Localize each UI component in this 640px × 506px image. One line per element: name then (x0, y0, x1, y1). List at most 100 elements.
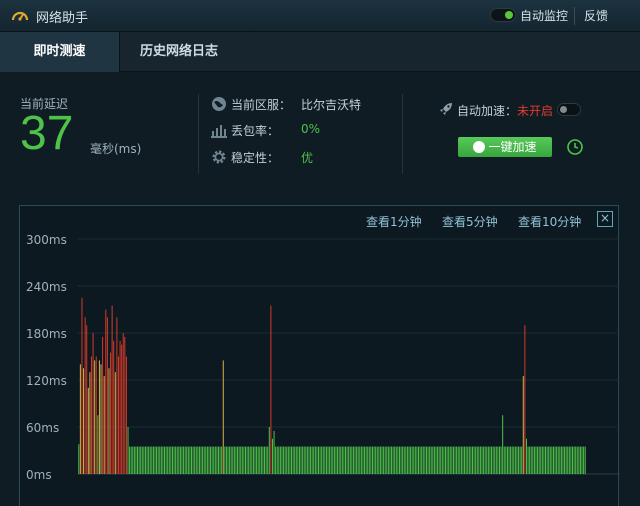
one-click-accelerate-button[interactable]: 一键加速 (458, 137, 552, 157)
latency-bar (195, 446, 197, 474)
latency-bar (440, 446, 442, 474)
latency-bar (244, 446, 246, 474)
latency-bar (197, 446, 199, 474)
y-tick-label: 240ms (26, 280, 67, 294)
latency-bar (371, 446, 373, 474)
latency-bar (222, 360, 224, 474)
latency-bar (192, 446, 194, 474)
latency-bar (205, 446, 207, 474)
latency-bar (276, 446, 278, 474)
stability-label: 稳定性： (231, 151, 280, 165)
latency-bar (322, 446, 324, 474)
latency-bar (375, 446, 377, 474)
latency-bar (359, 446, 361, 474)
latency-bar (525, 438, 527, 474)
view-1min-link[interactable]: 查看1分钟 (366, 213, 422, 230)
latency-bar (484, 446, 486, 474)
latency-bar (395, 446, 397, 474)
latency-bar (340, 446, 342, 474)
latency-bar (392, 446, 394, 474)
app-title: 网络助手 (36, 11, 89, 26)
latency-bar (465, 446, 467, 474)
latency-bar (154, 446, 156, 474)
close-icon[interactable]: × (597, 211, 613, 227)
latency-bar (110, 352, 112, 474)
latency-bar (543, 446, 545, 474)
latency-bar (481, 446, 483, 474)
clock-icon[interactable] (566, 138, 584, 156)
latency-bar (249, 446, 251, 474)
auto-accelerate-label: 自动加速： (457, 104, 518, 118)
latency-bar (179, 446, 181, 474)
latency-bar (529, 446, 531, 474)
toggle-knob (560, 106, 567, 113)
latency-bar (495, 446, 497, 474)
latency-bar (178, 446, 180, 474)
latency-bar (365, 446, 367, 474)
latency-bar (256, 446, 258, 474)
latency-bar (433, 446, 435, 474)
latency-bar (251, 446, 253, 474)
tab-realtime-speedtest[interactable]: 即时测速 (0, 32, 120, 72)
latency-bar (252, 446, 254, 474)
auto-monitor-label: 自动监控 (520, 9, 569, 23)
latency-bar (343, 446, 345, 474)
stats-divider (198, 94, 199, 174)
latency-bar (140, 446, 142, 474)
title-bar: 网络助手 自动监控 反馈 (0, 0, 640, 32)
latency-bar (144, 446, 146, 474)
latency-bar (313, 446, 315, 474)
latency-bar (560, 446, 562, 474)
latency-bar (459, 446, 461, 474)
latency-bar (554, 446, 556, 474)
latency-bar (168, 446, 170, 474)
region-value: 比尔吉沃特 (301, 98, 362, 112)
latency-bar (341, 446, 343, 474)
view-10min-link[interactable]: 查看10分钟 (518, 213, 581, 230)
feedback-link[interactable]: 反馈 (584, 7, 608, 24)
tab-history-log[interactable]: 历史网络日志 (120, 32, 238, 72)
latency-bar (108, 368, 110, 474)
latency-bar (564, 446, 566, 474)
latency-bar (518, 446, 520, 474)
latency-bar (464, 446, 466, 474)
latency-bar (240, 446, 242, 474)
latency-bar (356, 446, 358, 474)
latency-chart-panel: 300ms 240ms 180ms 120ms 60ms 0ms 查看1分钟 查看5分钟 … (19, 205, 620, 506)
view-5min-link[interactable]: 查看5分钟 (442, 213, 498, 230)
latency-bar (257, 446, 259, 474)
latency-bar (522, 376, 524, 474)
latency-bar (381, 446, 383, 474)
latency-bar (435, 446, 437, 474)
latency-bar (235, 446, 237, 474)
latency-bar (311, 446, 313, 474)
latency-bar (573, 446, 575, 474)
latency-bar (273, 430, 275, 474)
latency-bar (106, 317, 108, 474)
latency-bar (164, 446, 166, 474)
latency-bar (537, 446, 539, 474)
latency-bar (510, 446, 512, 474)
auto-monitor-toggle[interactable] (490, 8, 516, 22)
latency-bar (181, 446, 183, 474)
latency-bar (333, 446, 335, 474)
latency-bar (387, 446, 389, 474)
latency-bar (87, 387, 89, 474)
tab-bar: 即时测速 历史网络日志 (0, 32, 640, 72)
latency-bar (457, 446, 459, 474)
latency-bar (162, 446, 164, 474)
latency-bar (216, 446, 218, 474)
latency-bar (160, 446, 162, 474)
latency-bar (262, 446, 264, 474)
y-tick-label: 0ms (26, 468, 52, 482)
auto-accelerate-toggle[interactable] (557, 103, 581, 116)
latency-bar (541, 446, 543, 474)
latency-bar (191, 446, 193, 474)
latency-bar (438, 446, 440, 474)
packet-loss-label: 丢包率： (231, 124, 280, 138)
latency-bar (391, 446, 393, 474)
latency-bar (460, 446, 462, 474)
latency-bar (456, 446, 458, 474)
latency-bar (565, 446, 567, 474)
latency-bar (146, 446, 148, 474)
